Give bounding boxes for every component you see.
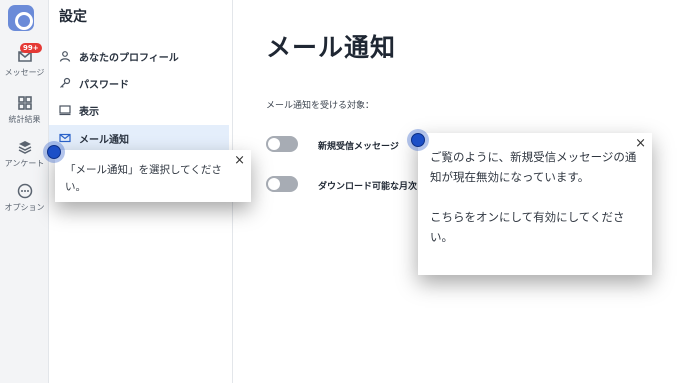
section-label: メール通知を受ける対象：: [266, 101, 375, 111]
beacon-hotspot[interactable]: [407, 129, 429, 151]
nav-item-profile[interactable]: あなたのプロフィール: [49, 43, 229, 69]
rail-item-options[interactable]: オプション: [0, 183, 49, 213]
nav-label-profile: あなたのプロフィール: [79, 52, 179, 64]
nav-item-email-notifications[interactable]: メール通知: [49, 125, 229, 151]
nav-label-email-notifications: メール通知: [79, 134, 129, 146]
tooltip-enable-notification: × ご覧のように、新規受信メッセージの通知が現在無効になっています。 こちらをオ…: [418, 133, 652, 275]
toggle-label-monthly-download: ダウンロード可能な月次: [318, 182, 418, 192]
grid-icon: [17, 96, 32, 110]
nav-item-display[interactable]: 表示: [49, 97, 229, 123]
more-icon: [17, 183, 32, 199]
nav-label-password: パスワード: [79, 79, 129, 91]
key-icon: [60, 77, 71, 88]
rail-label-options: オプション: [4, 203, 45, 212]
rail-label-messages: メッセージ: [4, 68, 45, 77]
monitor-icon: [59, 105, 71, 116]
user-icon: [59, 51, 71, 62]
toggle-new-messages[interactable]: [266, 136, 298, 152]
rail-item-stats[interactable]: 統計結果: [0, 95, 49, 125]
mail-icon: [59, 133, 71, 143]
app-logo[interactable]: [8, 5, 34, 31]
nav-item-password[interactable]: パスワード: [49, 70, 229, 96]
tooltip-text: ご覧のように、新規受信メッセージの通知が現在無効になっています。 こちらをオンに…: [430, 150, 637, 244]
tooltip-text: 「メール通知」を選択してください。: [65, 164, 222, 193]
settings-title: 設定: [59, 9, 87, 25]
toggle-label-new-messages: 新規受信メッセージ: [318, 142, 399, 152]
rail-label-survey: アンケート: [4, 159, 45, 168]
nav-label-display: 表示: [79, 106, 99, 118]
rail-item-messages[interactable]: 99+ メッセージ: [0, 43, 49, 78]
tooltip-select-email: × 「メール通知」を選択してください。: [55, 150, 251, 202]
toggle-monthly-download[interactable]: [266, 176, 298, 192]
layers-icon: [18, 141, 31, 154]
page-title: メール通知: [266, 33, 397, 62]
rail-item-survey[interactable]: アンケート: [0, 139, 49, 169]
beacon-hotspot[interactable]: [43, 141, 65, 163]
app-rail: 99+ メッセージ 統計結果 アンケート オプション: [0, 0, 49, 383]
unread-badge: 99+: [20, 43, 42, 53]
rail-label-stats: 統計結果: [8, 115, 41, 124]
